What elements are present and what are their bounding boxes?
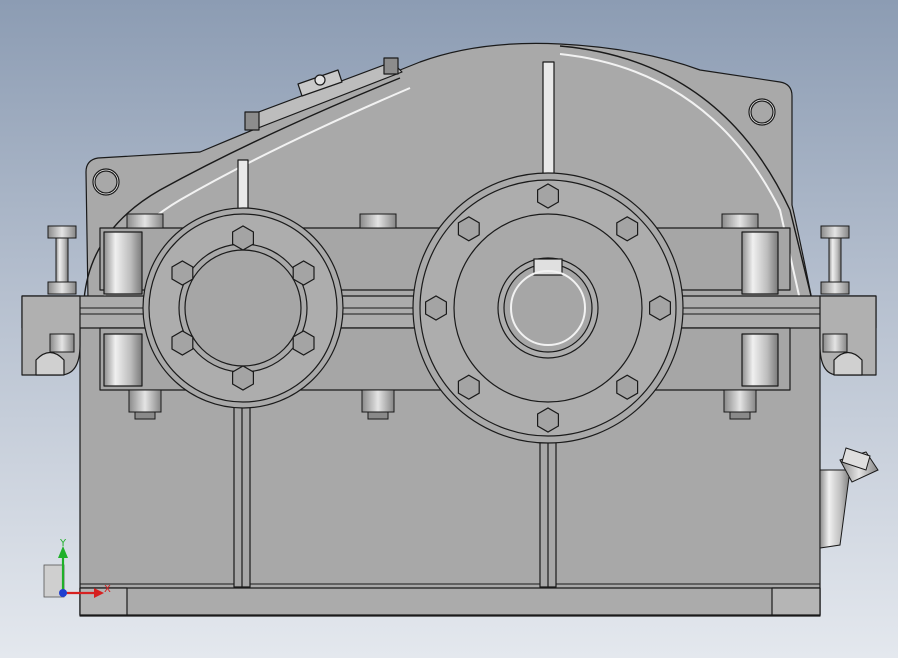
bearing-bolt-head	[171, 260, 194, 286]
flange-nut-bottom	[361, 389, 395, 413]
stud-left-head	[47, 225, 77, 239]
bearing-bolt-head	[425, 295, 447, 321]
stud-right-lower-nut	[822, 333, 848, 353]
bearing-bolt-head	[232, 225, 254, 251]
gearbox-model[interactable]	[0, 0, 898, 658]
bearing-cap-left[interactable]	[142, 207, 344, 409]
bearing-bolt-head	[292, 330, 315, 356]
bearing-bolt-head	[616, 374, 639, 400]
flange-nut-top	[126, 213, 164, 229]
bearing-bolt-head	[292, 260, 315, 286]
base-flange	[79, 587, 821, 616]
stud-left-lower-nut	[49, 333, 75, 353]
cad-viewport[interactable]: Y X	[0, 0, 898, 658]
stud-left-nut	[47, 281, 77, 295]
flange-nut-bottom	[128, 389, 162, 413]
z-axis-dot	[59, 589, 67, 597]
stud-right-nut	[820, 281, 850, 295]
bolt-thread	[729, 411, 751, 420]
flange-nut-top	[359, 213, 397, 229]
triad-y-label: Y	[60, 538, 67, 549]
bearing-bolt-head	[536, 407, 560, 433]
triad-x-label: X	[104, 584, 111, 595]
bearing-bolt-head	[648, 295, 672, 321]
bearing-bolt-head	[616, 216, 639, 242]
flange-nut-bottom	[723, 389, 757, 413]
bearing-bolt-head	[171, 330, 194, 356]
bearing-bolt-head	[232, 365, 254, 391]
oil-gauge	[819, 447, 879, 549]
bearing-bolt-head	[457, 216, 480, 242]
bearing-bolt-head	[536, 183, 560, 209]
flange-nut-top	[721, 213, 759, 229]
bolt-thread	[134, 411, 156, 420]
bearing-cap-right[interactable]	[412, 172, 684, 444]
stud-right-head	[820, 225, 850, 239]
bearing-bolt-head	[457, 374, 480, 400]
base-foot-right	[771, 587, 821, 616]
bolt-thread	[367, 411, 389, 420]
